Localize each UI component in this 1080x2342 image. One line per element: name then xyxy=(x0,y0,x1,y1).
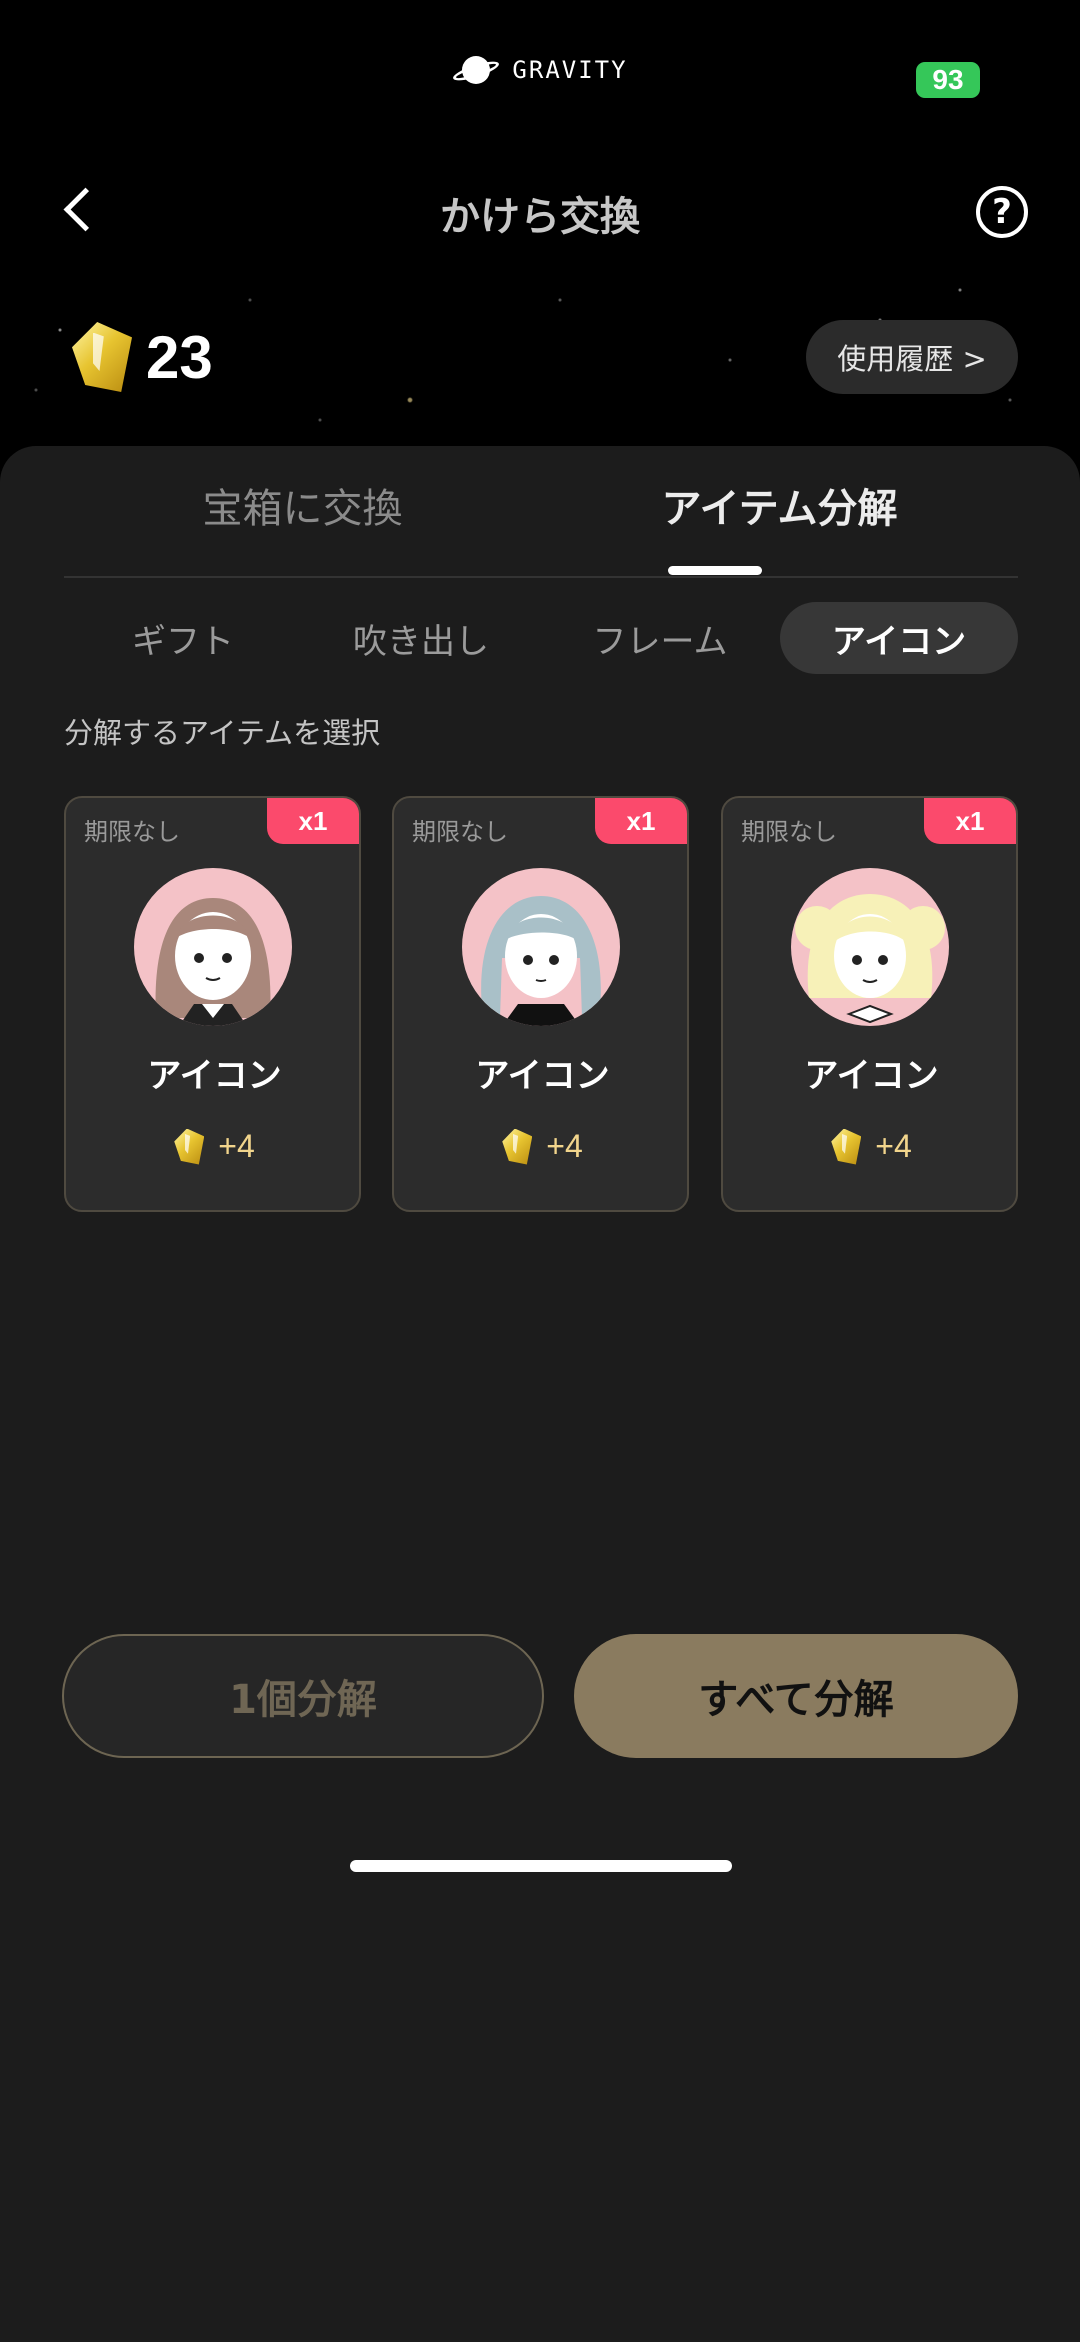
expiry-label: 期限なし xyxy=(84,818,180,846)
crystal-icon xyxy=(502,1128,533,1165)
subtab-icon[interactable]: アイコン xyxy=(780,602,1018,674)
usage-history-button[interactable]: 使用履歴 > xyxy=(806,320,1018,394)
expiry-label: 期限なし xyxy=(741,818,837,846)
item-grid: 期限なし x1 アイコン +4 期限なし x1 アイコン +4 期限なし x1 … xyxy=(64,796,1018,1212)
category-tabs: ギフト 吹き出し フレーム アイコン xyxy=(64,602,1018,674)
avatar-image xyxy=(462,868,620,1026)
item-card[interactable]: 期限なし x1 アイコン +4 xyxy=(64,796,361,1212)
item-card[interactable]: 期限なし x1 アイコン +4 xyxy=(721,796,1018,1212)
count-badge: x1 xyxy=(267,798,359,844)
count-badge: x1 xyxy=(924,798,1016,844)
reward-value: +4 xyxy=(546,1128,583,1164)
avatar-image xyxy=(134,868,292,1026)
crystal-icon xyxy=(831,1128,862,1165)
exchange-panel: 宝箱に交換 アイテム分解 ギフト 吹き出し フレーム アイコン 分解するアイテム… xyxy=(0,446,1080,2342)
expiry-label: 期限なし xyxy=(412,818,508,846)
decompose-all-button[interactable]: すべて分解 xyxy=(574,1634,1018,1758)
reward: +4 xyxy=(394,1128,687,1165)
page-title: かけら交換 xyxy=(440,194,640,240)
item-name: アイコン xyxy=(475,1056,610,1096)
count-badge: x1 xyxy=(595,798,687,844)
crystal-icon xyxy=(174,1128,205,1165)
app-logo-text: GRAVITY xyxy=(512,56,628,84)
reward: +4 xyxy=(66,1128,359,1165)
battery-indicator: 93 xyxy=(916,62,980,98)
item-card[interactable]: 期限なし x1 アイコン +4 xyxy=(392,796,689,1212)
subtab-speech-bubble[interactable]: 吹き出し xyxy=(302,602,540,674)
active-tab-indicator xyxy=(668,566,762,575)
section-label: 分解するアイテムを選択 xyxy=(64,716,381,750)
nav-bar: かけら交換 ? xyxy=(0,170,1080,250)
decompose-one-button[interactable]: 1個分解 xyxy=(62,1634,544,1758)
reward: +4 xyxy=(723,1128,1016,1165)
help-icon[interactable]: ? xyxy=(976,186,1028,238)
tab-exchange-treasure[interactable]: 宝箱に交換 xyxy=(64,476,541,534)
item-name: アイコン xyxy=(804,1056,939,1096)
home-indicator xyxy=(350,1860,732,1872)
balance-value: 23 xyxy=(146,323,213,391)
item-name: アイコン xyxy=(147,1056,282,1096)
header-background: GRAVITY 93 かけら交換 ? 23 使用履歴 > xyxy=(0,0,1080,460)
avatar-image xyxy=(791,868,949,1026)
reward-value: +4 xyxy=(875,1128,912,1164)
reward-value: +4 xyxy=(218,1128,255,1164)
main-tabs: 宝箱に交換 アイテム分解 xyxy=(64,446,1018,578)
crystal-icon xyxy=(72,322,132,392)
subtab-gift[interactable]: ギフト xyxy=(64,602,302,674)
subtab-frame[interactable]: フレーム xyxy=(541,602,779,674)
tab-item-decompose[interactable]: アイテム分解 xyxy=(541,476,1018,534)
planet-icon xyxy=(451,50,502,90)
fragment-balance: 23 xyxy=(72,322,213,392)
